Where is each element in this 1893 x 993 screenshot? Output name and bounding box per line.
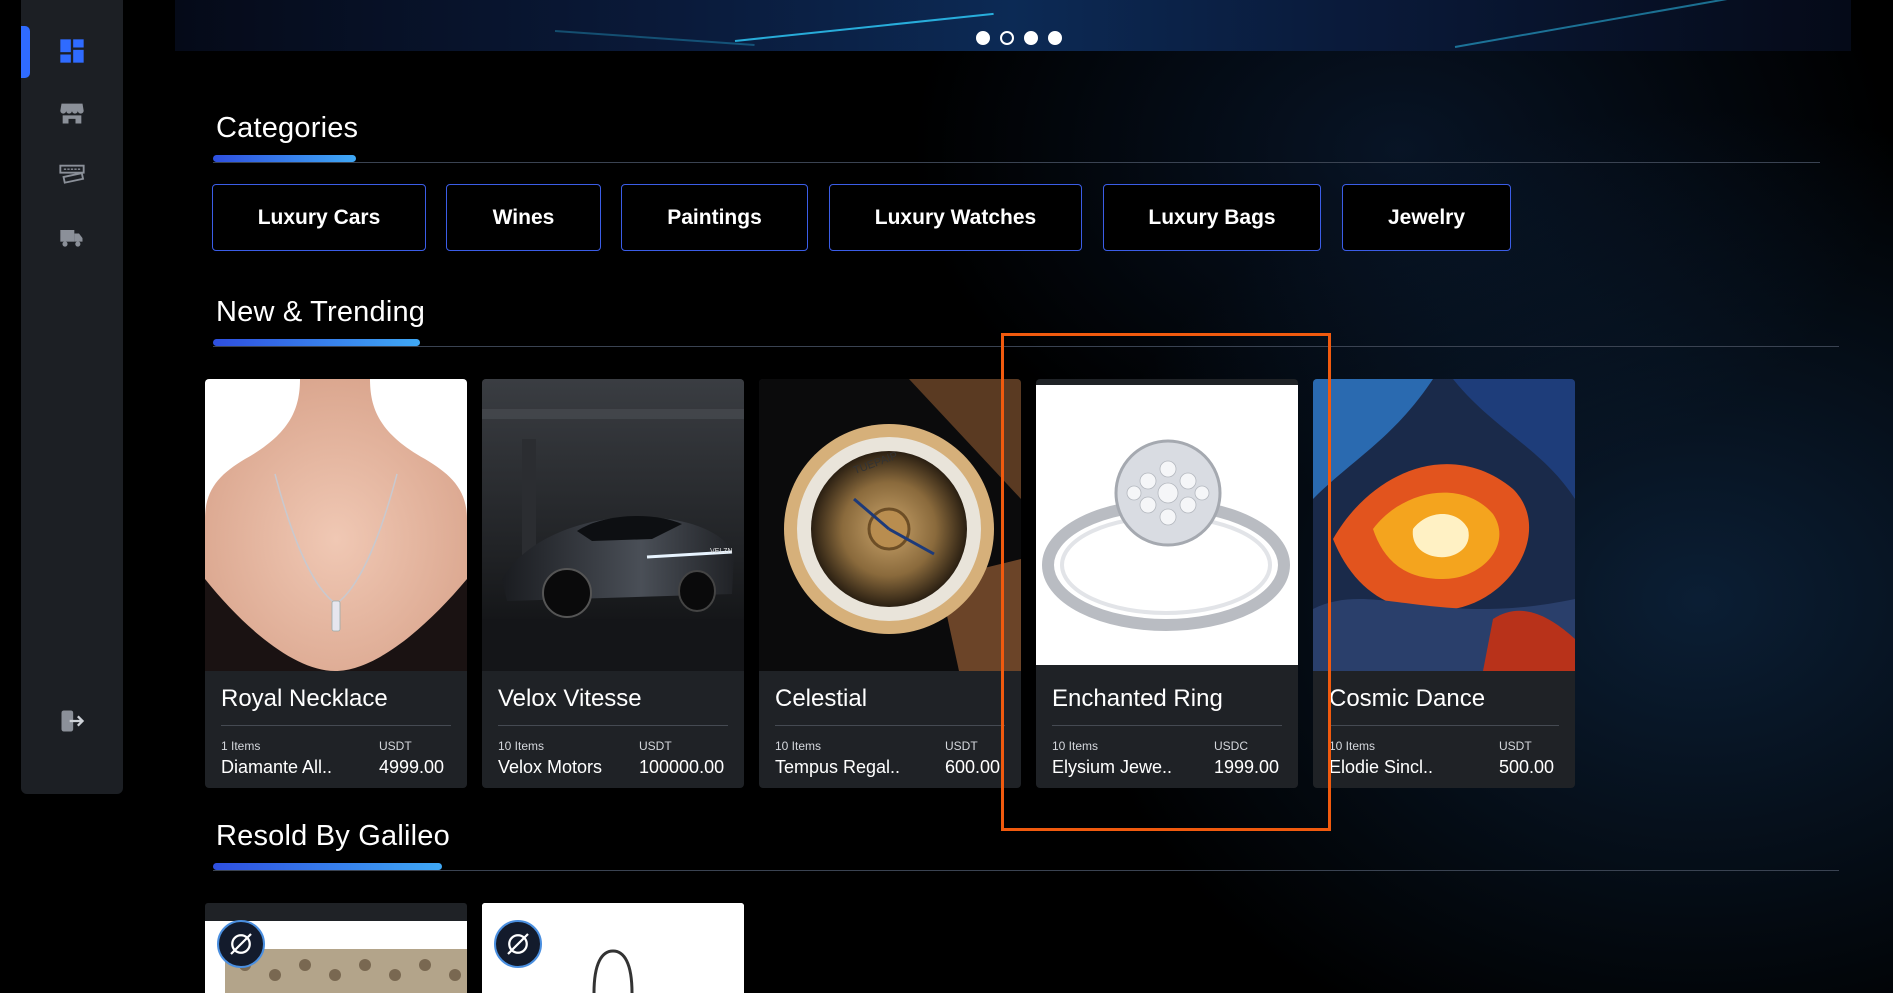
card-divider: [1329, 725, 1559, 726]
card-divider: [775, 725, 1005, 726]
product-currency: USDT: [945, 739, 978, 753]
dashboard-icon[interactable]: [57, 36, 87, 66]
sidebar: [21, 0, 123, 794]
banner-streak: [1454, 0, 1771, 48]
resold-divider: [213, 870, 1839, 871]
product-price: 4999.00: [379, 757, 445, 777]
product-items-count: 10 Items: [498, 739, 545, 753]
resold-underline: [213, 863, 442, 870]
coming-soon-icon[interactable]: [57, 160, 87, 190]
product-card-enchanted-ring[interactable]: Enchanted Ring 10 Items USDC Elysium Jew…: [1036, 379, 1298, 788]
product-seller: Elysium Jewe..: [1052, 757, 1173, 777]
card-divider: [1052, 725, 1282, 726]
product-seller: Velox Motors: [498, 757, 603, 777]
carousel-dot[interactable]: [1048, 31, 1062, 45]
card-divider: [498, 725, 728, 726]
product-name: Velox Vitesse: [498, 685, 642, 712]
card-divider: [221, 725, 451, 726]
product-price: 100000.00: [639, 757, 725, 777]
carousel-dots: [976, 31, 1062, 45]
product-card-cosmic-dance[interactable]: Cosmic Dance 10 Items USDT Elodie Sincl.…: [1313, 379, 1575, 788]
product-items-count: 10 Items: [775, 739, 822, 753]
trending-title: New & Trending: [216, 296, 426, 328]
carousel-dot[interactable]: [1024, 31, 1038, 45]
category-wines[interactable]: Wines: [446, 184, 601, 251]
product-card-celestial[interactable]: TUEPAIP Celestial 10 Items USDT Tempus R…: [759, 379, 1021, 788]
product-image: TUEPAIP: [759, 379, 1021, 671]
category-jewelry[interactable]: Jewelry: [1342, 184, 1511, 251]
product-currency: USDT: [1499, 739, 1532, 753]
product-image: [205, 379, 467, 671]
categories-title: Categories: [216, 112, 359, 144]
categories-divider: [213, 162, 1820, 163]
category-paintings[interactable]: Paintings: [621, 184, 808, 251]
trending-divider: [213, 346, 1839, 347]
product-card-royal-necklace[interactable]: Royal Necklace 1 Items USDT Diamante All…: [205, 379, 467, 788]
product-name: Cosmic Dance: [1329, 685, 1486, 712]
product-name: Celestial: [775, 685, 868, 712]
car-badge-text: VELZN: [710, 548, 733, 555]
categories-underline: [213, 155, 356, 162]
logout-icon[interactable]: [57, 706, 87, 736]
carousel-dot[interactable]: [976, 31, 990, 45]
store-icon[interactable]: [57, 98, 87, 128]
product-price: 500.00: [1499, 757, 1555, 777]
product-card-velox-vitesse[interactable]: VELZN Velox Vitesse 10 Items USDT Velox …: [482, 379, 744, 788]
product-seller: Tempus Regal..: [775, 757, 901, 777]
product-seller: Elodie Sincl..: [1329, 757, 1434, 777]
resold-card[interactable]: [482, 903, 744, 993]
product-seller: Diamante All..: [221, 757, 333, 777]
product-items-count: 10 Items: [1329, 739, 1376, 753]
product-items-count: 10 Items: [1052, 739, 1099, 753]
product-image: [1036, 385, 1298, 665]
resold-title: Resold By Galileo: [216, 820, 450, 852]
product-currency: USDT: [639, 739, 672, 753]
banner-streak: [554, 30, 755, 46]
resold-badge-icon: [494, 920, 542, 968]
product-image: [1313, 379, 1575, 671]
product-items-count: 1 Items: [221, 739, 261, 753]
category-luxury-cars[interactable]: Luxury Cars: [212, 184, 426, 251]
delivery-truck-icon[interactable]: [57, 222, 87, 252]
resold-badge-icon: [217, 920, 265, 968]
product-name: Enchanted Ring: [1052, 685, 1223, 712]
category-luxury-bags[interactable]: Luxury Bags: [1103, 184, 1321, 251]
carousel-dot[interactable]: [1000, 31, 1014, 45]
product-price: 1999.00: [1214, 757, 1280, 777]
product-image: VELZN: [482, 379, 744, 671]
sidebar-active-indicator: [21, 26, 30, 78]
product-price: 600.00: [945, 757, 1001, 777]
product-currency: USDT: [379, 739, 412, 753]
product-currency: USDC: [1214, 739, 1249, 753]
product-name: Royal Necklace: [221, 685, 388, 712]
banner-streak: [734, 12, 994, 42]
trending-underline: [213, 339, 420, 346]
category-luxury-watches[interactable]: Luxury Watches: [829, 184, 1082, 251]
resold-card[interactable]: [205, 903, 467, 993]
